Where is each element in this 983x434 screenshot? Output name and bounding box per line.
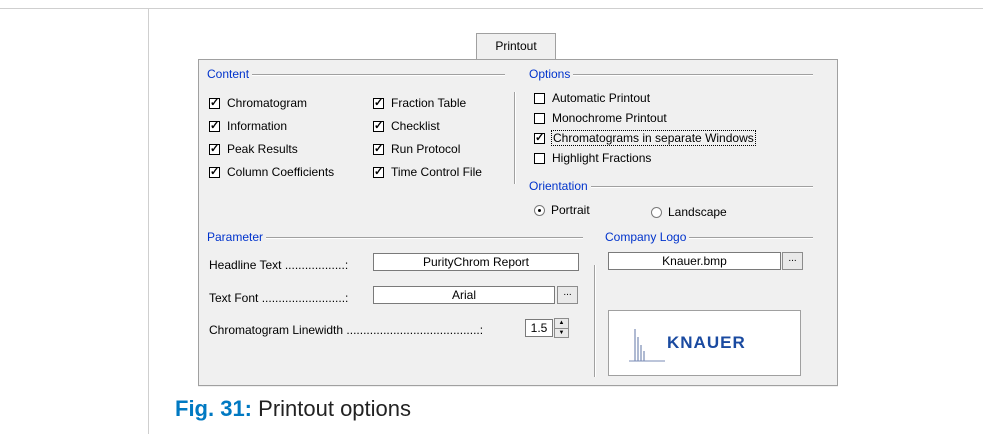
printout-panel: Content Chromatogram Information Peak Re… [198,60,838,386]
checkbox-box[interactable] [209,96,220,110]
content-group-line [209,74,505,76]
tab-bar: Printout [198,32,838,60]
logo-peaks-icon [629,329,665,362]
checkbox-box[interactable] [534,152,545,164]
headline-text-label: Headline Text ..................: [209,258,349,272]
headline-text-input[interactable]: PurityChrom Report [373,253,579,271]
checkbox-column-coefficients[interactable]: Column Coefficients [209,164,334,180]
company-logo-group-title: Company Logo [605,230,690,244]
checkbox-fraction-table[interactable]: Fraction Table [373,95,466,111]
content-options-separator [514,92,516,184]
company-logo-file-input[interactable]: Knauer.bmp [608,252,781,270]
checkbox-label: Information [227,119,288,133]
tab-printout[interactable]: Printout [476,33,556,59]
checkbox-chromatograms-separate-windows[interactable]: Chromatograms in separate Windows [534,130,756,146]
linewidth-stepper[interactable]: ▲ ▼ [554,318,569,338]
checkbox-label: Time Control File [391,165,482,179]
stepper-down-icon[interactable]: ▼ [555,329,568,338]
checkbox-label: Checklist [391,119,440,133]
checkbox-box[interactable] [534,92,545,104]
checkbox-label: Monochrome Printout [552,111,667,125]
logo-wordmark: KNAUER [667,333,746,352]
checkbox-time-control-file[interactable]: Time Control File [373,164,482,180]
checkbox-box[interactable] [373,119,384,133]
stepper-up-icon[interactable]: ▲ [555,319,568,329]
parameter-group-title: Parameter [207,230,267,244]
content-group-title: Content [207,67,253,81]
checkbox-automatic-printout[interactable]: Automatic Printout [534,90,650,106]
options-group-title: Options [529,67,574,81]
checkbox-label: Fraction Table [391,96,467,110]
checkbox-box[interactable] [373,96,384,110]
checkbox-label: Chromatogram [227,96,308,110]
company-logo-preview: KNAUER [608,310,801,376]
checkbox-box[interactable] [209,142,220,156]
text-font-browse-button[interactable]: ... [557,286,578,304]
figure-caption-text: Printout options [258,396,412,421]
checkbox-box[interactable] [534,112,545,124]
text-font-label: Text Font .........................: [209,291,349,305]
checkbox-box[interactable] [373,165,384,179]
checkbox-peak-results[interactable]: Peak Results [209,141,298,157]
text-font-input[interactable]: Arial [373,286,555,304]
radio-label: Landscape [668,205,727,219]
radio-circle[interactable] [534,204,545,216]
document-left-rule [148,8,149,434]
figure-caption: Fig. 31: Printout options [175,396,411,422]
checkbox-box[interactable] [373,142,384,156]
checkbox-highlight-fractions[interactable]: Highlight Fractions [534,150,651,166]
checkbox-label: Peak Results [227,142,298,156]
checkbox-information[interactable]: Information [209,118,287,134]
printout-options-dialog: Printout Content Chromatogram Informatio… [198,32,838,387]
checkbox-box[interactable] [209,119,220,133]
radio-label: Portrait [551,203,590,217]
checkbox-label: Run Protocol [391,142,461,156]
checkbox-monochrome-printout[interactable]: Monochrome Printout [534,110,667,126]
radio-landscape[interactable]: Landscape [651,204,727,220]
radio-circle[interactable] [651,206,662,218]
checkbox-label: Column Coefficients [227,165,335,179]
checkbox-box[interactable] [209,165,220,179]
checkbox-run-protocol[interactable]: Run Protocol [373,141,460,157]
checkbox-chromatogram[interactable]: Chromatogram [209,95,307,111]
radio-portrait[interactable]: Portrait [534,202,590,218]
chromatogram-linewidth-input[interactable]: 1.5 [525,319,553,337]
chromatogram-linewidth-label: Chromatogram Linewidth .................… [209,323,484,337]
parameter-logo-separator [594,265,596,377]
checkbox-label: Automatic Printout [552,91,651,105]
company-logo-browse-button[interactable]: ... [782,252,803,270]
checkbox-label: Chromatograms in separate Windows [551,130,756,146]
figure-number: Fig. 31: [175,396,253,421]
checkbox-checklist[interactable]: Checklist [373,118,440,134]
orientation-group-title: Orientation [529,179,591,193]
checkbox-label: Highlight Fractions [552,151,652,165]
checkbox-box[interactable] [534,131,545,145]
